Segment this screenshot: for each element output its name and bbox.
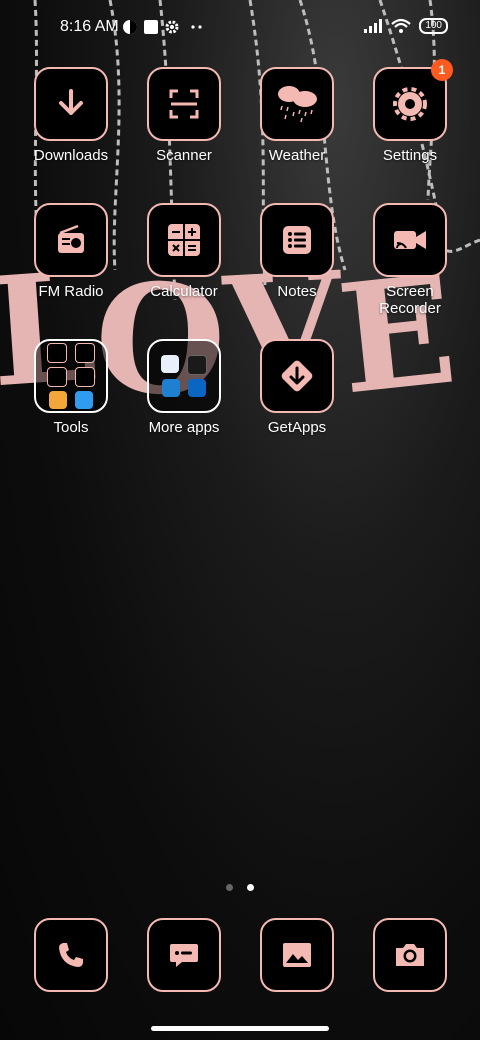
camera-icon: [396, 944, 424, 966]
battery-indicator: 100: [419, 18, 448, 34]
dock-phone[interactable]: [34, 918, 108, 992]
app-tile[interactable]: [34, 67, 108, 141]
download-icon: [59, 89, 83, 115]
app-calculator[interactable]: Calculator: [128, 203, 240, 300]
amazon-shopping-icon: [160, 355, 179, 373]
app-tile[interactable]: [260, 203, 334, 277]
calculator-icon: [168, 224, 200, 256]
app-weather[interactable]: Weather: [241, 67, 353, 164]
security-icon: [75, 391, 94, 409]
flashlight-icon: [75, 367, 96, 387]
mail-icon: [46, 343, 67, 363]
status-bar: 8:16 AM 100: [0, 0, 480, 56]
notification-square-icon: [144, 20, 158, 34]
app-label: Scanner: [156, 147, 212, 164]
dock-tile[interactable]: [260, 918, 334, 992]
app-label: Weather: [268, 147, 326, 164]
settings-gear-status-icon: [165, 20, 179, 34]
page-dot-active[interactable]: [247, 884, 255, 891]
notification-badge: 1: [431, 59, 453, 81]
app-tile[interactable]: [147, 67, 221, 141]
radio-icon: [58, 224, 84, 253]
app-notes[interactable]: Notes: [241, 203, 353, 300]
app-label: Calculator: [150, 283, 218, 300]
app-label: Settings: [382, 147, 438, 164]
page-dot[interactable]: [225, 884, 233, 891]
app-label: Notes: [277, 283, 317, 300]
wifi-icon: [391, 18, 412, 33]
app-label: GetApps: [267, 419, 327, 436]
app-getapps[interactable]: GetApps: [241, 339, 353, 436]
cloud-rain-icon: [278, 86, 317, 123]
app-label: Screen Recorder: [354, 283, 466, 317]
app-label: Downloads: [33, 147, 109, 164]
app-downloads[interactable]: Downloads: [15, 67, 127, 164]
facebook-icon: [187, 355, 208, 375]
app-tile[interactable]: [147, 203, 221, 277]
app-tile[interactable]: [34, 203, 108, 277]
page-indicator: [0, 878, 480, 896]
video-icon: [394, 231, 426, 249]
app-tile[interactable]: [260, 67, 334, 141]
app-label: More apps: [148, 419, 220, 436]
status-time: 8:16 AM: [60, 18, 119, 35]
image-icon: [283, 943, 311, 967]
app-screen-recorder[interactable]: Screen Recorder: [354, 203, 466, 317]
app-settings[interactable]: 1 Settings: [354, 59, 466, 164]
app-label: Tools: [53, 419, 89, 436]
folder-tile[interactable]: [147, 339, 221, 413]
app-label: FM Radio: [38, 283, 104, 300]
scan-icon: [169, 89, 199, 119]
phone-icon: [59, 943, 83, 967]
app-tile[interactable]: [373, 203, 447, 277]
linkedin-icon: [188, 379, 207, 397]
clock-icon: [75, 343, 96, 363]
folder-tools[interactable]: Tools: [15, 339, 127, 436]
dock-camera[interactable]: [373, 918, 447, 992]
prime-video-icon: [161, 379, 180, 397]
dock-tile[interactable]: [34, 918, 108, 992]
dock-messages[interactable]: [147, 918, 221, 992]
app-tile[interactable]: [260, 339, 334, 413]
app-label-line: Screen: [386, 283, 434, 300]
message-icon: [170, 944, 198, 967]
more-dots-icon: [191, 25, 202, 29]
gear-icon: [393, 87, 427, 121]
compass-icon: [46, 367, 67, 387]
dock-gallery[interactable]: [260, 918, 334, 992]
home-indicator[interactable]: [151, 1026, 329, 1031]
app-scanner[interactable]: Scanner: [128, 67, 240, 164]
app-fm-radio[interactable]: FM Radio: [15, 203, 127, 300]
app-tile[interactable]: 1: [373, 59, 453, 141]
getapps-icon: [281, 360, 313, 392]
data-saver-icon: [123, 20, 137, 34]
folder-tile[interactable]: [34, 339, 108, 413]
file-manager-icon: [48, 391, 67, 409]
dock-tile[interactable]: [373, 918, 447, 992]
folder-more-apps[interactable]: More apps: [128, 339, 240, 436]
dock-tile[interactable]: [147, 918, 221, 992]
app-label-line: Recorder: [379, 300, 441, 317]
signal-icon: [364, 19, 383, 33]
list-icon: [283, 226, 311, 254]
